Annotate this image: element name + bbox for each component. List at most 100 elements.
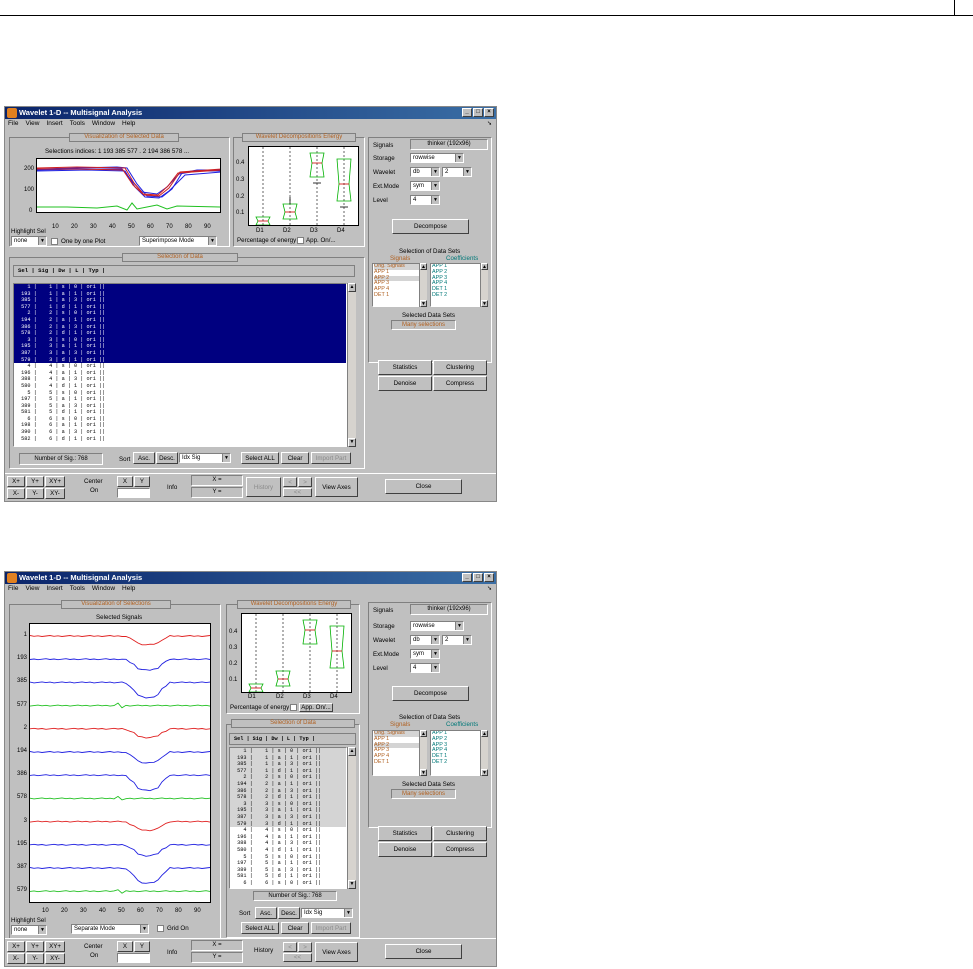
- table-row[interactable]: 193 | 1 | a | 1 | ori ||: [230, 754, 346, 762]
- table-row[interactable]: 3 | 3 | s | 0 | ori ||: [230, 800, 346, 808]
- history-next-button[interactable]: >: [298, 942, 312, 952]
- dock-arrow-icon[interactable]: ➘: [487, 119, 492, 129]
- xy-plus-button[interactable]: XY+: [45, 476, 65, 487]
- scroll-up-icon[interactable]: ▲: [481, 730, 488, 737]
- scroll-up-icon[interactable]: ▲: [348, 747, 356, 756]
- menu-help[interactable]: Help: [122, 584, 135, 594]
- desc-button[interactable]: Desc.: [156, 452, 178, 464]
- x-plus-button[interactable]: X+: [7, 476, 25, 487]
- clustering-button[interactable]: Clustering: [433, 360, 487, 375]
- history-prev-button[interactable]: <: [283, 477, 297, 487]
- wavelet-number-dropdown[interactable]: 2 ▼: [442, 635, 472, 645]
- table-row[interactable]: 2 | 2 | s | 0 | ori ||: [230, 774, 346, 781]
- menu-window[interactable]: Window: [92, 584, 115, 594]
- table-row[interactable]: 193 | 1 | a | 1 | ori ||: [14, 290, 346, 298]
- denoise-button[interactable]: Denoise: [378, 376, 432, 391]
- scroll-down-icon[interactable]: ▼: [348, 438, 356, 447]
- coefficients-set-scrollbar[interactable]: ▲ ▼: [480, 730, 488, 776]
- signals-set-scrollbar[interactable]: ▲ ▼: [419, 263, 427, 307]
- clear-button[interactable]: Clear: [281, 452, 309, 464]
- display-mode-dropdown[interactable]: Superimpose Mode ▼: [139, 236, 217, 246]
- decompose-button[interactable]: Decompose: [392, 686, 469, 701]
- storage-dropdown[interactable]: rowwise ▼: [410, 621, 464, 631]
- x-plus-button[interactable]: X+: [7, 941, 25, 952]
- window-2-titlebar[interactable]: Wavelet 1-D -- Multisignal Analysis _ □ ×: [5, 572, 496, 584]
- menu-help[interactable]: Help: [122, 119, 135, 129]
- menu-view[interactable]: View: [25, 119, 39, 129]
- y-minus-button[interactable]: Y-: [26, 953, 44, 964]
- menu-window[interactable]: Window: [92, 119, 115, 129]
- minimize-button[interactable]: _: [462, 573, 472, 582]
- table-row[interactable]: 197 | 5 | a | 1 | ori ||: [234, 860, 346, 867]
- center-on-field[interactable]: [117, 953, 150, 963]
- level-dropdown[interactable]: 4 ▼: [410, 195, 440, 205]
- table-row[interactable]: 3 | 3 | s | 0 | ori ||: [14, 336, 346, 344]
- table-row[interactable]: 581 | 5 | d | 1 | ori ||: [18, 409, 346, 416]
- clear-button[interactable]: Clear: [281, 922, 309, 934]
- table-row[interactable]: 579 | 3 | d | 1 | ori ||: [230, 820, 346, 828]
- extmode-dropdown[interactable]: sym ▼: [410, 181, 440, 191]
- import-part-button[interactable]: Import Part: [311, 452, 351, 464]
- table-row[interactable]: 386 | 2 | a | 3 | ori ||: [230, 787, 346, 795]
- table-row[interactable]: 388 | 4 | a | 3 | ori ||: [234, 840, 346, 847]
- highlight-sel-dropdown[interactable]: none ▼: [11, 236, 47, 246]
- dock-arrow-icon[interactable]: ➘: [487, 584, 492, 594]
- highlight-sel-dropdown[interactable]: none ▼: [11, 925, 47, 935]
- menu-file[interactable]: File: [8, 119, 18, 129]
- maximize-button[interactable]: □: [473, 573, 483, 582]
- select-all-button[interactable]: Select ALL: [241, 452, 279, 464]
- xy-minus-button[interactable]: XY-: [45, 488, 65, 499]
- minimize-button[interactable]: _: [462, 108, 472, 117]
- table-row[interactable]: 1 | 1 | s | 0 | ori ||: [230, 748, 346, 755]
- scroll-down-icon[interactable]: ▼: [420, 300, 427, 307]
- scroll-up-icon[interactable]: ▲: [420, 263, 427, 270]
- scroll-up-icon[interactable]: ▲: [481, 263, 488, 270]
- x-minus-button[interactable]: X-: [7, 953, 25, 964]
- center-x-button[interactable]: X: [117, 941, 133, 952]
- table-row[interactable]: 389 | 5 | a | 3 | ori ||: [18, 403, 346, 410]
- window-1-titlebar[interactable]: Wavelet 1-D -- Multisignal Analysis _ □ ×: [5, 107, 496, 119]
- xy-minus-button[interactable]: XY-: [45, 953, 65, 964]
- grid-on-checkbox[interactable]: [157, 925, 164, 932]
- table-row[interactable]: 197 | 5 | a | 1 | ori ||: [18, 396, 346, 403]
- table-row[interactable]: 580 | 4 | d | 1 | ori ||: [18, 383, 346, 390]
- table-row[interactable]: 198 | 6 | a | 1 | ori ||: [18, 422, 346, 429]
- statistics-button[interactable]: Statistics: [378, 360, 432, 375]
- table-row[interactable]: 385 | 1 | a | 3 | ori ||: [230, 761, 346, 768]
- x-minus-button[interactable]: X-: [7, 488, 25, 499]
- center-x-button[interactable]: X: [117, 476, 133, 487]
- wavelet-dropdown[interactable]: db ▼: [410, 635, 440, 645]
- scroll-down-icon[interactable]: ▼: [420, 769, 427, 776]
- center-on-field[interactable]: [117, 488, 150, 498]
- one-by-one-checkbox[interactable]: [51, 238, 58, 245]
- import-part-button[interactable]: Import Part: [311, 922, 351, 934]
- menu-insert[interactable]: Insert: [46, 119, 62, 129]
- menu-insert[interactable]: Insert: [46, 584, 62, 594]
- table-row[interactable]: 578 | 2 | d | 1 | ori ||: [14, 330, 346, 337]
- table-row[interactable]: 582 | 6 | d | 1 | ori ||: [18, 436, 346, 443]
- history-reset-button[interactable]: <<: [283, 953, 312, 962]
- xy-plus-button[interactable]: XY+: [45, 941, 65, 952]
- table-row[interactable]: 195 | 3 | a | 1 | ori ||: [14, 343, 346, 350]
- sort-dropdown[interactable]: Idx Sig ▼: [301, 908, 353, 918]
- table-row[interactable]: 196 | 4 | a | 1 | ori ||: [234, 834, 346, 841]
- wavelet-number-dropdown[interactable]: 2 ▼: [442, 167, 472, 177]
- level-dropdown[interactable]: 4 ▼: [410, 663, 440, 673]
- clustering-button[interactable]: Clustering: [433, 826, 487, 841]
- table-row[interactable]: 387 | 3 | a | 3 | ori ||: [230, 813, 346, 821]
- scroll-up-icon[interactable]: ▲: [420, 730, 427, 737]
- table-row[interactable]: 389 | 5 | a | 3 | ori ||: [234, 867, 346, 874]
- table-row[interactable]: 194 | 2 | a | 1 | ori ||: [14, 316, 346, 324]
- scroll-down-icon[interactable]: ▼: [481, 300, 488, 307]
- desc-button[interactable]: Desc.: [278, 907, 300, 919]
- table-row[interactable]: 579 | 3 | d | 1 | ori ||: [14, 356, 346, 364]
- table-row[interactable]: 390 | 6 | a | 3 | ori ||: [18, 429, 346, 436]
- table-row[interactable]: 5 | 5 | s | 0 | ori ||: [18, 390, 346, 397]
- table-row[interactable]: 4 | 4 | s | 0 | ori ||: [234, 827, 346, 834]
- y-plus-button[interactable]: Y+: [26, 941, 44, 952]
- maximize-button[interactable]: □: [473, 108, 483, 117]
- close-button[interactable]: Close: [385, 944, 462, 959]
- asc-button[interactable]: Asc.: [255, 907, 277, 919]
- menu-tools[interactable]: Tools: [70, 119, 85, 129]
- denoise-button[interactable]: Denoise: [378, 842, 432, 857]
